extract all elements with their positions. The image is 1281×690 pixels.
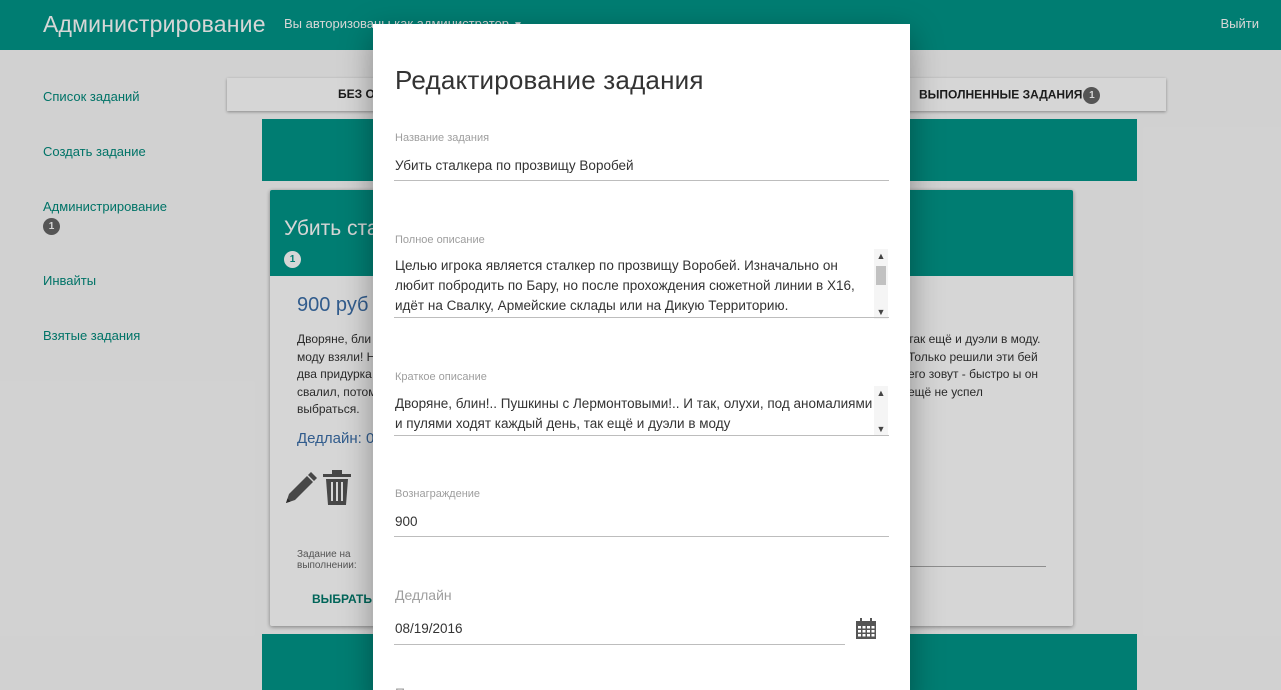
edit-task-dialog: Редактирование задания Название задания … <box>373 24 910 690</box>
deadline-label: Дедлайн <box>395 587 452 603</box>
scroll-up-icon[interactable]: ▲ <box>874 386 888 400</box>
deadline-input[interactable]: 08/19/2016 <box>395 621 463 636</box>
task-name-label: Название задания <box>395 132 490 144</box>
input-underline <box>394 180 889 181</box>
full-description-textarea[interactable]: Целью игрока является сталкер по прозвищ… <box>395 256 873 318</box>
scroll-up-icon[interactable]: ▲ <box>874 249 888 263</box>
full-description-label: Полное описание <box>395 234 485 246</box>
next-field-label-cut: П <box>395 685 405 690</box>
scroll-thumb[interactable] <box>876 266 886 285</box>
scrollbar[interactable]: ▲ ▼ <box>874 249 888 319</box>
task-name-input[interactable]: Убить сталкера по прозвищу Воробей <box>395 158 634 173</box>
scroll-down-icon[interactable]: ▼ <box>874 422 888 436</box>
input-underline <box>394 317 889 318</box>
input-underline <box>394 644 845 645</box>
reward-input[interactable]: 900 <box>395 514 418 529</box>
input-underline <box>394 435 889 436</box>
dialog-title: Редактирование задания <box>395 65 704 95</box>
short-description-label: Краткое описание <box>395 371 487 383</box>
reward-label: Вознаграждение <box>395 488 481 500</box>
input-underline <box>394 536 889 537</box>
calendar-icon[interactable] <box>855 618 877 640</box>
scrollbar[interactable]: ▲ ▼ <box>874 386 888 436</box>
short-description-textarea[interactable]: Дворяне, блин!.. Пушкины с Лермонтовыми!… <box>395 394 873 435</box>
